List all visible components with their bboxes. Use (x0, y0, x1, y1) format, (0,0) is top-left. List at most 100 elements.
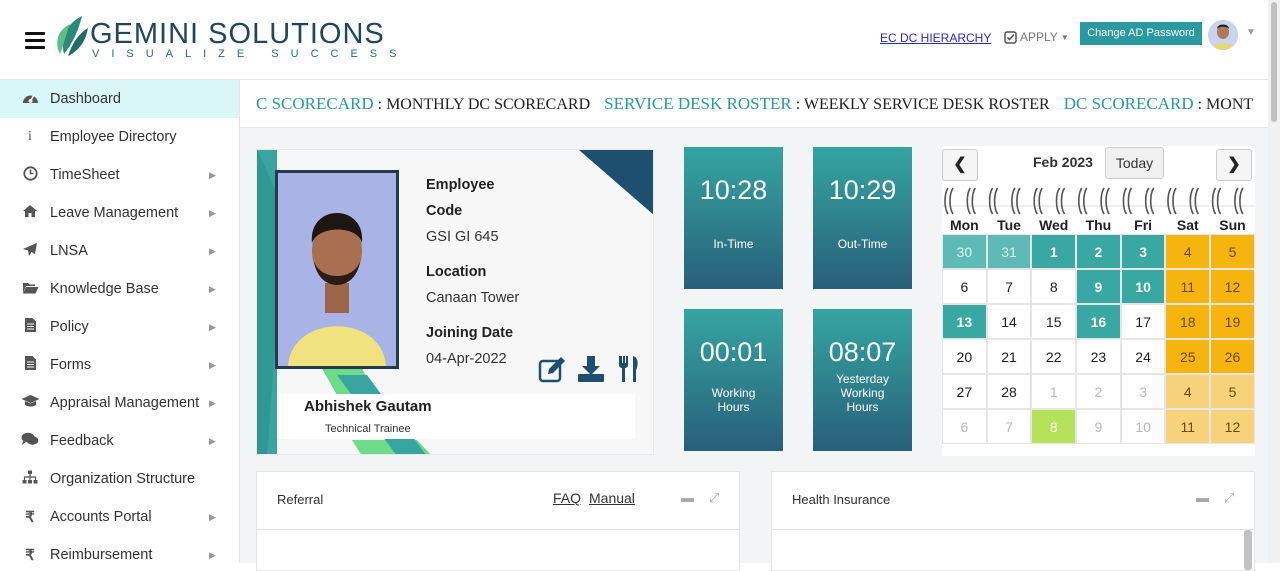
calendar-day[interactable]: 16 (1076, 304, 1121, 339)
sidebar-item-label: Appraisal Management (50, 395, 200, 411)
calendar-day[interactable]: 22 (1031, 339, 1077, 374)
calendar-title: Feb 2023 (1033, 154, 1093, 170)
page-scrollbar[interactable] (1268, 0, 1280, 563)
calendar-day[interactable]: 26 (1210, 339, 1255, 374)
sidebar-item-label: Reimbursement (50, 547, 153, 563)
manual-link[interactable]: Manual (589, 490, 635, 506)
calendar-day[interactable]: 8 (1031, 409, 1077, 444)
calendar-day[interactable]: 9 (1076, 269, 1121, 304)
calendar-day[interactable]: 23 (1076, 339, 1121, 374)
calendar-day[interactable]: 7 (986, 409, 1032, 444)
calendar-day[interactable]: 1 (1031, 374, 1077, 409)
main-content: C SCORECARD : MONTHLY DC SCORECARD SERVI… (240, 80, 1268, 571)
sidebar-item-employee-directory[interactable]: i Employee Directory (0, 118, 239, 156)
ticker-text[interactable]: : MONT (1198, 96, 1254, 113)
location-value: Canaan Tower (426, 290, 520, 306)
calendar-day[interactable]: 14 (986, 304, 1032, 339)
sidebar-item-feedback[interactable]: Feedback ▶ (0, 422, 239, 460)
expand-icon[interactable]: ⤢ (1224, 490, 1234, 506)
calendar-day[interactable]: 20 (942, 339, 987, 374)
chevron-down-icon[interactable]: ▼ (1246, 27, 1256, 38)
minimize-icon[interactable]: ▬ (681, 490, 694, 505)
calendar-day[interactable]: 25 (1165, 339, 1211, 374)
calendar-day[interactable]: 7 (986, 269, 1032, 304)
calendar-day[interactable]: 2 (1076, 374, 1121, 409)
ticker-heading[interactable]: SERVICE DESK ROSTER (604, 94, 792, 113)
prev-month-button[interactable]: ❮ (942, 149, 978, 181)
expand-icon[interactable]: ⤢ (709, 490, 719, 506)
panel-scrollbar[interactable] (1244, 530, 1252, 570)
employee-name: Abhishek Gautam (304, 398, 432, 415)
sidebar-item-policy[interactable]: Policy ▶ (0, 308, 239, 346)
minimize-icon[interactable]: ▬ (1196, 490, 1209, 505)
comments-icon (20, 432, 40, 450)
joining-date-label: Joining Date (426, 325, 514, 341)
calendar-day[interactable]: 3 (1120, 374, 1166, 409)
sidebar-item-lnsa[interactable]: LNSA ▶ (0, 232, 239, 270)
calendar-day[interactable]: 27 (942, 374, 987, 409)
out-time-value: 10:29 (828, 175, 897, 205)
sidebar-item-knowledge-base[interactable]: Knowledge Base ▶ (0, 270, 239, 308)
calendar-day[interactable]: 9 (1076, 409, 1121, 444)
home-icon (20, 204, 40, 222)
calendar-day[interactable]: 19 (1210, 304, 1255, 339)
calendar-day[interactable]: 5 (1210, 234, 1255, 269)
ticker-heading[interactable]: DC SCORECARD (1064, 94, 1194, 113)
calendar-day[interactable]: 12 (1210, 409, 1255, 444)
calendar-day[interactable]: 3 (1120, 234, 1166, 269)
today-button[interactable]: Today (1105, 147, 1164, 179)
sidebar-item-appraisal-management[interactable]: Appraisal Management ▶ (0, 384, 239, 422)
calendar-day[interactable]: 2 (1076, 234, 1121, 269)
in-time-label: In-Time (713, 237, 754, 251)
calendar-day[interactable]: 11 (1165, 409, 1211, 444)
ec-dc-hierarchy-link[interactable]: EC DC HIERARCHY (880, 31, 991, 45)
change-ad-password-button[interactable]: Change AD Password (1080, 22, 1202, 45)
sidebar-item-reimbursement[interactable]: ₹ Reimbursement ▶ (0, 536, 239, 563)
calendar-day[interactable]: 5 (1210, 374, 1255, 409)
calendar-day[interactable]: 4 (1165, 374, 1211, 409)
hamburger-menu-icon[interactable] (25, 32, 45, 50)
calendar-day[interactable]: 6 (942, 409, 987, 444)
apply-dropdown[interactable]: APPLY ▼ (1004, 30, 1069, 44)
calendar-day[interactable]: 13 (942, 304, 987, 339)
calendar-day[interactable]: 6 (942, 269, 987, 304)
calendar-day[interactable]: 21 (986, 339, 1032, 374)
cutlery-icon[interactable] (614, 354, 644, 384)
ticker-heading[interactable]: C SCORECARD (256, 94, 374, 113)
download-icon[interactable] (576, 354, 606, 384)
calendar-day[interactable]: 31 (986, 234, 1032, 269)
yesterday-hours-value: 08:07 (828, 337, 897, 367)
sidebar-item-label: Knowledge Base (50, 281, 159, 297)
sidebar-item-forms[interactable]: Forms ▶ (0, 346, 239, 384)
calendar-day[interactable]: 30 (942, 234, 987, 269)
calendar-day[interactable]: 24 (1120, 339, 1166, 374)
next-month-button[interactable]: ❯ (1216, 149, 1252, 181)
calendar-day[interactable]: 10 (1120, 269, 1166, 304)
calendar-day[interactable]: 11 (1165, 269, 1211, 304)
company-logo[interactable]: GEMINI SOLUTIONS VISUALIZE SUCCESS (52, 14, 396, 64)
edit-icon[interactable] (538, 354, 568, 384)
calendar-day[interactable]: 15 (1031, 304, 1077, 339)
working-hours-label-2: Hours (717, 400, 750, 414)
ticker-text[interactable]: : WEEKLY SERVICE DESK ROSTER (796, 96, 1050, 113)
calendar-day[interactable]: 1 (1031, 234, 1077, 269)
calendar-day[interactable]: 17 (1120, 304, 1166, 339)
calendar-day[interactable]: 8 (1031, 269, 1077, 304)
sidebar-item-accounts-portal[interactable]: ₹ Accounts Portal ▶ (0, 498, 239, 536)
working-hours-label-1: Working (711, 386, 756, 400)
sidebar-item-leave-management[interactable]: Leave Management ▶ (0, 194, 239, 232)
faq-link[interactable]: FAQ (553, 490, 581, 506)
sidebar-item-timesheet[interactable]: TimeSheet ▶ (0, 156, 239, 194)
sidebar-item-dashboard[interactable]: Dashboard (0, 80, 239, 118)
calendar-day[interactable]: 28 (986, 374, 1032, 409)
calendar-day[interactable]: 4 (1165, 234, 1211, 269)
user-avatar[interactable] (1208, 20, 1238, 50)
calendar-day[interactable]: 12 (1210, 269, 1255, 304)
calendar-day[interactable]: 10 (1120, 409, 1166, 444)
scrollbar-thumb[interactable] (1271, 2, 1277, 122)
sidebar-item-organization-structure[interactable]: Organization Structure (0, 460, 239, 498)
ticker-text[interactable]: : MONTHLY DC SCORECARD (378, 96, 591, 113)
calendar-day[interactable]: 18 (1165, 304, 1211, 339)
caret-right-icon: ▶ (209, 321, 216, 332)
calendar: ❮ Feb 2023 Today ❯ Mon Tue Wed Thu Fri Sat Sun… (942, 146, 1255, 456)
